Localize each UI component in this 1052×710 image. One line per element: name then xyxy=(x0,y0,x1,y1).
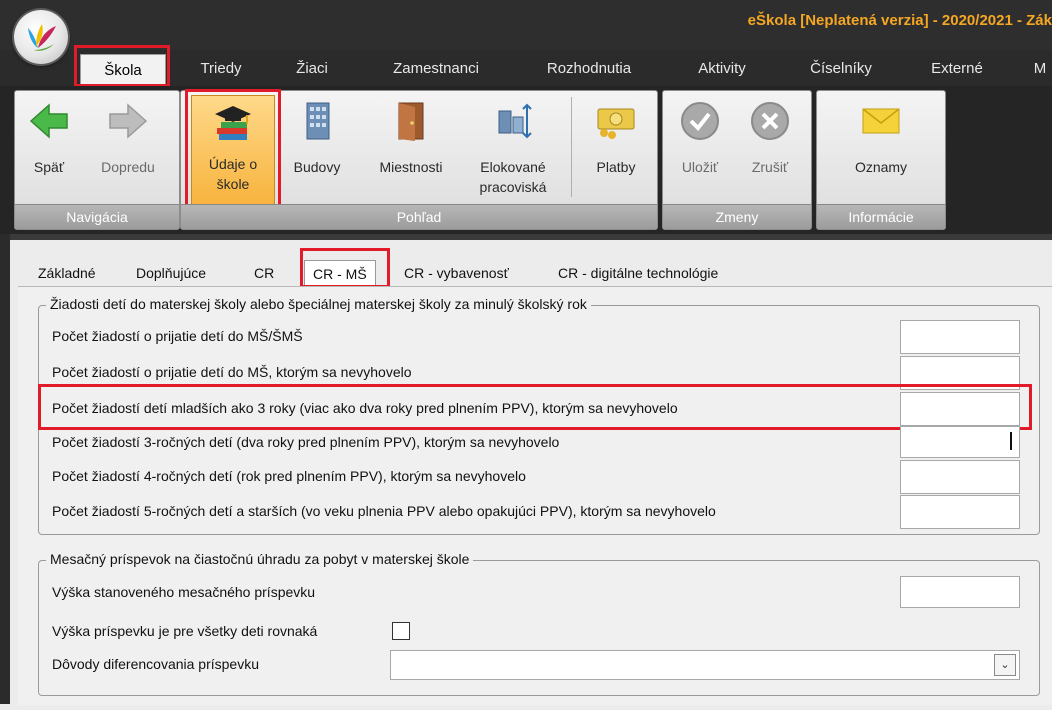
main-tab-strip: Škola Triedy Žiaci Zamestnanci Rozhodnut… xyxy=(0,45,1052,87)
subtab-zakladne[interactable]: Základné xyxy=(38,260,96,286)
payments-button[interactable]: Platby xyxy=(581,99,651,199)
group-label-info: Informácie xyxy=(817,204,945,229)
left-frame xyxy=(0,234,10,704)
forward-button[interactable]: Dopredu xyxy=(85,99,171,199)
highlight-tab-skola xyxy=(74,45,170,87)
row-label-requests-total: Počet žiadostí o prijatie detí do MŠ/ŠMŠ xyxy=(52,328,303,344)
group-label-view: Pohľad xyxy=(181,204,657,229)
rooms-button[interactable]: Miestnosti xyxy=(363,99,459,199)
reasons-select[interactable]: ⌄ xyxy=(390,650,1020,680)
forward-label: Dopredu xyxy=(101,159,155,175)
app-logo[interactable] xyxy=(14,10,68,64)
detached-sites-icon xyxy=(498,103,532,139)
notices-label: Oznamy xyxy=(854,159,908,175)
tab-externe[interactable]: Externé xyxy=(918,50,996,86)
equal-contribution-label: Výška príspevku je pre všetky deti rovna… xyxy=(52,623,318,639)
subtab-cr[interactable]: CR xyxy=(254,260,274,286)
row-label-requests-rejected: Počet žiadostí o prijatie detí do MŠ, kt… xyxy=(52,364,412,380)
door-icon xyxy=(398,102,424,141)
tab-ziaci[interactable]: Žiaci xyxy=(282,50,342,86)
buildings-button[interactable]: Budovy xyxy=(285,99,349,199)
title-bar: eŠkola [Neplatená verzia] - 2020/2021 - … xyxy=(0,0,1052,50)
ribbon-group-view: Údaje o škole Budovy Miestnosti Elokovan… xyxy=(180,89,658,230)
tab-ciselniky[interactable]: Číselníky xyxy=(796,50,886,86)
back-label: Späť xyxy=(33,159,65,175)
buildings-label: Budovy xyxy=(293,159,341,175)
reasons-label: Dôvody diferencovania príspevku xyxy=(52,656,260,672)
amount-label: Výška stanoveného mesačného príspevku xyxy=(52,584,316,600)
envelope-icon xyxy=(862,108,900,134)
subtab-doplnujuce[interactable]: Doplňujúce xyxy=(136,260,206,286)
forward-arrow-icon xyxy=(109,103,148,139)
payments-label: Platby xyxy=(596,159,636,175)
rooms-label: Miestnosti xyxy=(379,159,443,175)
highlight-row-under-3 xyxy=(38,384,1032,430)
tab-rozhodnutia[interactable]: Rozhodnutia xyxy=(530,50,648,86)
requests-total-input[interactable] xyxy=(900,320,1020,354)
cancel-label: Zrušiť xyxy=(751,159,789,175)
save-label: Uložiť xyxy=(681,159,719,175)
group-label-navigation: Navigácia xyxy=(15,204,179,229)
ribbon: Späť Dopredu Navigácia Údaje o škole Bud… xyxy=(0,86,1052,234)
save-button[interactable]: Uložiť xyxy=(667,99,733,199)
text-caret xyxy=(1010,432,1012,450)
ribbon-separator xyxy=(571,97,572,197)
tab-more[interactable]: M xyxy=(1028,50,1052,86)
tab-aktivity[interactable]: Aktivity xyxy=(680,50,764,86)
detached-label-1: Elokované xyxy=(480,159,546,175)
row-label-age-3: Počet žiadostí 3-ročných detí (dva roky … xyxy=(52,434,560,450)
back-arrow-icon xyxy=(29,103,68,139)
money-icon xyxy=(597,108,635,139)
highlight-school-data xyxy=(185,89,281,211)
cancel-button[interactable]: Zrušiť xyxy=(737,99,803,199)
checkmark-icon xyxy=(681,102,719,140)
age-4-rejected-input[interactable] xyxy=(900,460,1020,494)
amount-input[interactable] xyxy=(900,576,1020,608)
requests-legend: Žiadosti detí do materskej školy alebo š… xyxy=(46,296,591,312)
group-label-changes: Zmeny xyxy=(663,204,811,229)
equal-contribution-checkbox[interactable] xyxy=(392,622,410,640)
ribbon-group-navigation: Späť Dopredu Navigácia xyxy=(14,90,180,230)
detached-sites-button[interactable]: Elokované pracoviská xyxy=(463,99,563,209)
subtab-cr-vybavenost[interactable]: CR - vybavenosť xyxy=(404,260,509,286)
tab-zamestnanci[interactable]: Zamestnanci xyxy=(374,50,498,86)
detached-label-2: pracoviská xyxy=(479,179,547,195)
window-title: eŠkola [Neplatená verzia] - 2020/2021 - … xyxy=(747,12,1052,29)
ribbon-group-info: Oznamy Informácie xyxy=(816,90,946,230)
age-3-rejected-input[interactable] xyxy=(900,426,1020,458)
row-label-age-4: Počet žiadostí 4-ročných detí (rok pred … xyxy=(52,468,526,484)
building-icon xyxy=(306,102,330,140)
chevron-down-icon[interactable]: ⌄ xyxy=(994,654,1016,676)
tab-triedy[interactable]: Triedy xyxy=(186,50,256,86)
subtab-cr-digital[interactable]: CR - digitálne technológie xyxy=(558,260,718,286)
age-5-rejected-input[interactable] xyxy=(900,495,1020,529)
row-label-age-5: Počet žiadostí 5-ročných detí a starších… xyxy=(52,503,716,519)
highlight-subtab-cr-ms xyxy=(300,248,390,288)
contribution-legend: Mesačný príspevok na čiastočnú úhradu za… xyxy=(46,551,474,567)
notices-button[interactable]: Oznamy xyxy=(831,99,931,199)
x-cancel-icon xyxy=(751,102,789,140)
back-button[interactable]: Späť xyxy=(19,99,79,199)
ribbon-group-changes: Uložiť Zrušiť Zmeny xyxy=(662,90,812,230)
